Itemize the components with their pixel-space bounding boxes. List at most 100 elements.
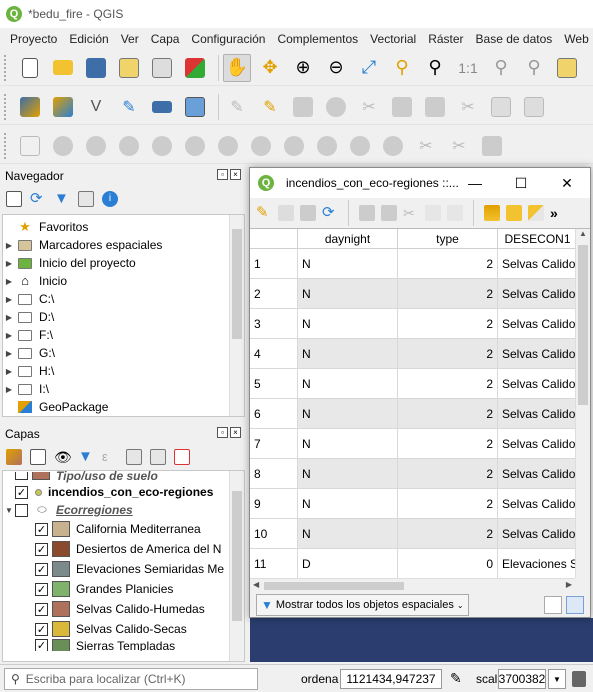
scroll-thumb[interactable] [578,245,588,405]
expand-arrow-icon[interactable]: ▶ [3,241,15,250]
filter-icon[interactable]: ▼ [54,191,70,207]
nav-item-drive-i[interactable]: ▶ I:\ [3,380,244,398]
class-item[interactable]: ✓ Sierras Templadas [3,639,244,651]
merge-features-icon[interactable] [478,132,506,160]
map-canvas[interactable] [250,618,593,662]
style-manager-icon[interactable] [181,54,209,82]
modify-attributes-icon[interactable] [388,93,416,121]
add-part-icon[interactable] [214,132,242,160]
class-item[interactable]: ✓ Grandes Planicies [3,579,244,599]
corner-header[interactable] [250,229,298,249]
class-item[interactable]: ✓ Elevaciones Semiaridas Me [3,559,244,579]
form-view-icon[interactable] [544,596,562,614]
menu-raster[interactable]: Ráster [422,32,469,46]
lock-scale-icon[interactable] [572,671,586,687]
nav-item-marcadores[interactable]: ▶ Marcadores espaciales [3,236,244,254]
class-item[interactable]: ✓ California Mediterranea [3,519,244,539]
expand-arrow-icon[interactable]: ▶ [3,349,15,358]
more-tools-icon[interactable]: » [550,205,566,221]
table-row[interactable]: 2 N 2 Selvas Calido- [250,279,578,309]
layer-item-ecorregiones[interactable]: ▼ ⬭ Ecorregiones [3,501,244,519]
zoom-last-icon[interactable]: ⚲ [487,54,515,82]
data-source-manager-icon[interactable] [16,93,44,121]
table-row[interactable]: 11 D 0 Elevaciones Se [250,549,578,578]
expand-arrow-icon[interactable]: ▶ [3,367,15,376]
show-all-features-button[interactable]: ▼ Mostrar todos los objetos espaciales ⌄ [256,594,469,616]
rotate-feature-icon[interactable] [115,132,143,160]
invert-selection-icon[interactable] [528,205,544,221]
offset-curve-icon[interactable] [379,132,407,160]
scroll-thumb[interactable] [264,582,404,590]
toggle-editing-icon[interactable]: ✎ [256,205,272,221]
class-checkbox[interactable]: ✓ [35,602,48,616]
class-checkbox[interactable]: ✓ [35,639,48,651]
copy-icon[interactable] [425,205,441,221]
column-header-type[interactable]: type [398,229,498,249]
layer-checkbox[interactable] [15,472,28,480]
collapse-all-icon[interactable] [150,449,166,465]
new-print-layout-icon[interactable] [115,54,143,82]
scroll-left-arrow-icon[interactable]: ◀ [253,580,259,589]
filter-expression-icon[interactable]: ε [102,449,118,465]
table-row[interactable]: 7 N 2 Selvas Calido- [250,429,578,459]
nav-item-geopackage[interactable]: GeoPackage [3,398,244,416]
reload-icon[interactable]: ⟳ [322,205,338,221]
menu-web[interactable]: Web [558,32,593,46]
reshape-icon[interactable] [346,132,374,160]
add-layer-icon[interactable] [49,93,77,121]
cut-features-icon[interactable]: ✂ [454,93,482,121]
class-checkbox[interactable]: ✓ [35,562,48,576]
minimize-icon[interactable]: — [452,168,498,198]
new-project-icon[interactable] [16,54,44,82]
nav-item-drive-f[interactable]: ▶ F:\ [3,326,244,344]
delete-part-icon[interactable] [313,132,341,160]
scale-dropdown-icon[interactable]: ▼ [548,669,566,689]
move-feature-icon[interactable] [82,132,110,160]
multi-edit-icon[interactable] [278,205,294,221]
navigator-scrollbar[interactable] [229,215,244,416]
table-row[interactable]: 10 N 2 Selvas Calido- [250,519,578,549]
save-project-icon[interactable] [82,54,110,82]
expand-arrow-icon[interactable]: ▶ [3,259,15,268]
delete-ring-icon[interactable] [280,132,308,160]
scroll-thumb[interactable] [232,229,242,339]
zoom-full-icon[interactable]: ⤢ [355,54,383,82]
split-parts-icon[interactable]: ✂ [445,132,473,160]
column-header-desecon1[interactable]: DESECON1 [498,229,578,249]
class-item[interactable]: ✓ Desiertos de America del N [3,539,244,559]
add-ring-icon[interactable] [181,132,209,160]
scale-field[interactable]: 3700382 [498,669,546,689]
undock-icon[interactable]: ▫ [217,169,228,180]
toolbar-grip[interactable] [4,132,10,159]
layer-item-incendios[interactable]: ✓ incendios_con_eco-regiones [3,483,244,501]
close-icon[interactable]: × [230,169,241,180]
digitize-shape-icon[interactable] [49,132,77,160]
table-row[interactable]: 9 N 2 Selvas Calido- [250,489,578,519]
open-project-icon[interactable] [49,54,77,82]
advanced-digitizing-icon[interactable] [16,132,44,160]
expand-arrow-icon[interactable]: ▶ [3,385,15,394]
edit-pencil-disabled-icon[interactable]: ✎ [223,93,251,121]
scroll-up-arrow-icon[interactable]: ▲ [576,229,590,238]
remove-layer-icon[interactable] [174,449,190,465]
zoom-native-icon[interactable]: 1:1 [454,54,482,82]
close-icon[interactable]: × [230,427,241,438]
class-checkbox[interactable]: ✓ [35,522,48,536]
nav-item-inicio[interactable]: ▶ ⌂ Inicio [3,272,244,290]
expand-arrow-icon[interactable]: ▶ [3,277,15,286]
scroll-right-arrow-icon[interactable]: ▶ [566,580,572,589]
class-item[interactable]: ✓ Selvas Calido-Secas [3,619,244,639]
vertex-tool-icon[interactable]: ✂ [355,93,383,121]
visibility-eye-icon[interactable]: 👁 [54,449,72,465]
class-item[interactable]: ✓ Selvas Calido-Humedas [3,599,244,619]
table-row[interactable]: 6 N 2 Selvas Calido- [250,399,578,429]
zoom-in-icon[interactable]: ⊕ [289,54,317,82]
expand-arrow-icon[interactable]: ▶ [3,295,15,304]
layer-checkbox[interactable]: ✓ [15,485,28,499]
refresh-icon[interactable]: ⟳ [30,191,46,207]
zoom-next-icon[interactable]: ⚲ [520,54,548,82]
zoom-to-selection-icon[interactable]: ⚲ [388,54,416,82]
new-shapefile-icon[interactable] [181,93,209,121]
locator-search-input[interactable]: ⚲ Escriba para localizar (Ctrl+K) [4,668,258,690]
menu-vectorial[interactable]: Vectorial [364,32,422,46]
